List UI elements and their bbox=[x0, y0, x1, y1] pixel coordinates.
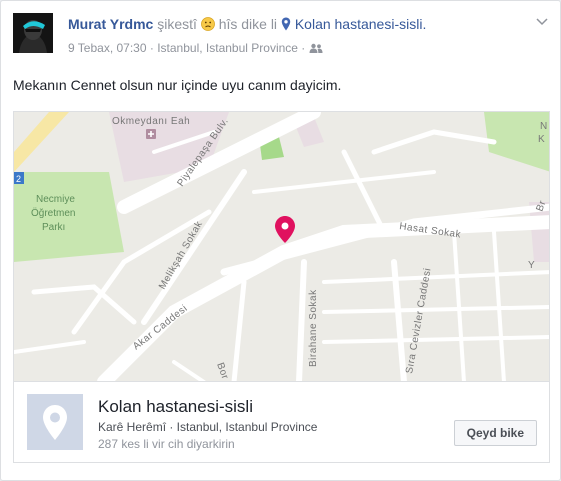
author-name[interactable]: Murat Yrdmc bbox=[68, 16, 153, 32]
place-card[interactable]: Kolan hastanesi-sisli Karê Herêmî · Ista… bbox=[13, 381, 550, 463]
map-label-park-1: Necmiye bbox=[36, 194, 75, 205]
map-label-park-2: Öğretmen bbox=[31, 207, 75, 219]
place-link[interactable]: Kolan hastanesi-sisli. bbox=[295, 16, 427, 32]
map-label-edge-left: 2 bbox=[16, 174, 21, 184]
save-button[interactable]: Qeyd bike bbox=[453, 420, 537, 446]
meta-separator: · bbox=[301, 41, 309, 55]
post-location[interactable]: Istanbul, Istanbul Province bbox=[157, 41, 298, 55]
map-label-edge-3: N bbox=[540, 121, 548, 132]
place-name[interactable]: Kolan hastanesi-sisli bbox=[98, 397, 253, 417]
map-label-edge-4: K bbox=[538, 134, 545, 145]
feeling-verb: şikestî bbox=[157, 16, 197, 32]
avatar[interactable] bbox=[13, 13, 53, 53]
map[interactable]: Okmeydanı Eah Necmiye Öğretmen Parkı Piy… bbox=[13, 111, 550, 381]
chevron-down-icon[interactable] bbox=[536, 15, 548, 29]
map-label-hospital: Okmeydanı Eah bbox=[112, 116, 190, 127]
place-thumbnail[interactable] bbox=[27, 394, 83, 450]
location-pin-icon bbox=[27, 394, 83, 450]
place-visits: 287 kes li vir cih diyarkirin bbox=[98, 437, 235, 451]
feeling-connector: hîs dike li bbox=[218, 16, 278, 32]
post-card: Murat Yrdmc şikestî hîs dike li Kolan ha… bbox=[0, 0, 561, 481]
location-pin-icon bbox=[281, 16, 295, 32]
post-meta: 9 Tebax, 07:30 · Istanbul, Istanbul Prov… bbox=[68, 41, 323, 55]
post-timestamp[interactable]: 9 Tebax, 07:30 bbox=[68, 41, 147, 55]
post-header: Murat Yrdmc şikestî hîs dike li Kolan ha… bbox=[68, 16, 426, 32]
post-text: Mekanın Cennet olsun nur içinde uyu canı… bbox=[13, 77, 342, 93]
map-label-birahane: Birahane Sokak bbox=[308, 289, 319, 367]
map-label-edge-2: Y bbox=[528, 260, 535, 271]
friends-audience-icon[interactable] bbox=[309, 41, 323, 55]
sad-face-icon bbox=[200, 16, 219, 32]
map-label-park-3: Parkı bbox=[42, 222, 65, 233]
place-category: Karê Herêmî · Istanbul, Istanbul Provinc… bbox=[98, 420, 318, 434]
